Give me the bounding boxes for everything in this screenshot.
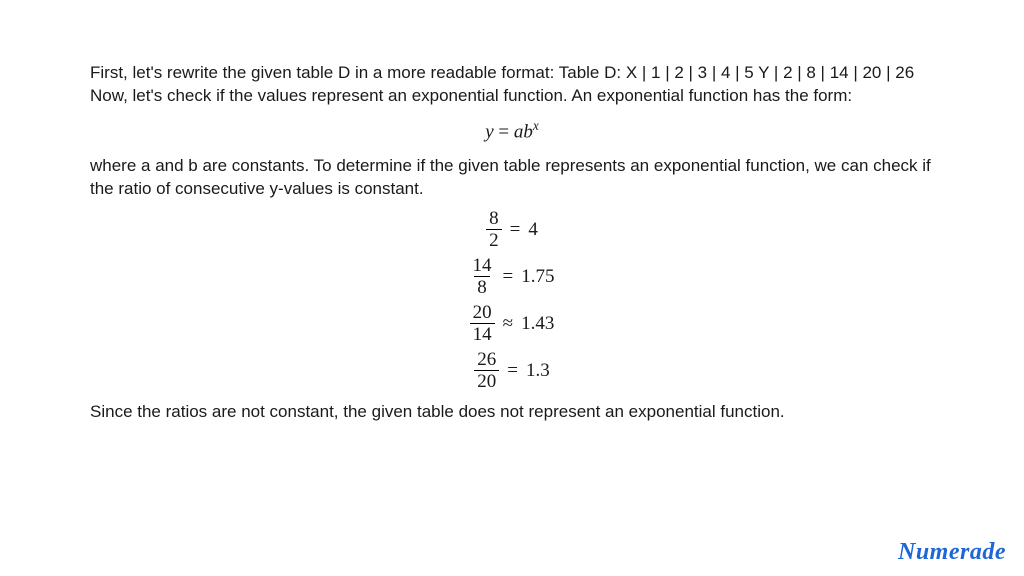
equation-lhs: y bbox=[485, 121, 493, 142]
brand-watermark: Numerade bbox=[898, 539, 1006, 566]
ratio-row: 26 20 = 1.3 bbox=[474, 350, 549, 391]
fraction: 26 20 bbox=[474, 350, 499, 391]
conclusion-paragraph: Since the ratios are not constant, the g… bbox=[90, 401, 934, 424]
fraction-denominator: 20 bbox=[474, 370, 499, 391]
ratio-value: 1.43 bbox=[521, 313, 554, 335]
ratio-value: 1.3 bbox=[526, 360, 550, 382]
ratio-value: 4 bbox=[528, 219, 538, 241]
method-paragraph: where a and b are constants. To determin… bbox=[90, 155, 934, 201]
ratio-operator: = bbox=[507, 360, 518, 382]
ratio-operator: ≈ bbox=[503, 313, 513, 335]
fraction: 20 14 bbox=[470, 303, 495, 344]
ratio-operator: = bbox=[503, 266, 514, 288]
fraction: 8 2 bbox=[486, 209, 502, 250]
fraction-numerator: 14 bbox=[470, 256, 495, 276]
fraction: 14 8 bbox=[470, 256, 495, 297]
equation-b: b bbox=[523, 121, 533, 142]
ratio-row: 8 2 = 4 bbox=[486, 209, 538, 250]
fraction-numerator: 20 bbox=[470, 303, 495, 323]
ratio-row: 20 14 ≈ 1.43 bbox=[470, 303, 555, 344]
equation-exponent: x bbox=[533, 118, 539, 133]
fraction-denominator: 8 bbox=[474, 276, 490, 297]
fraction-numerator: 26 bbox=[474, 350, 499, 370]
fraction-denominator: 14 bbox=[470, 323, 495, 344]
equation-exponential-form: y = abx bbox=[90, 118, 934, 143]
equation-eq: = bbox=[494, 121, 514, 142]
fraction-denominator: 2 bbox=[486, 229, 502, 250]
fraction-numerator: 8 bbox=[486, 209, 502, 229]
intro-paragraph: First, let's rewrite the given table D i… bbox=[90, 62, 934, 108]
ratio-list: 8 2 = 4 14 8 = 1.75 20 14 ≈ 1.43 26 20 =… bbox=[90, 209, 934, 391]
ratio-row: 14 8 = 1.75 bbox=[470, 256, 555, 297]
ratio-value: 1.75 bbox=[521, 266, 554, 288]
ratio-operator: = bbox=[510, 219, 521, 241]
equation-a: a bbox=[514, 121, 524, 142]
